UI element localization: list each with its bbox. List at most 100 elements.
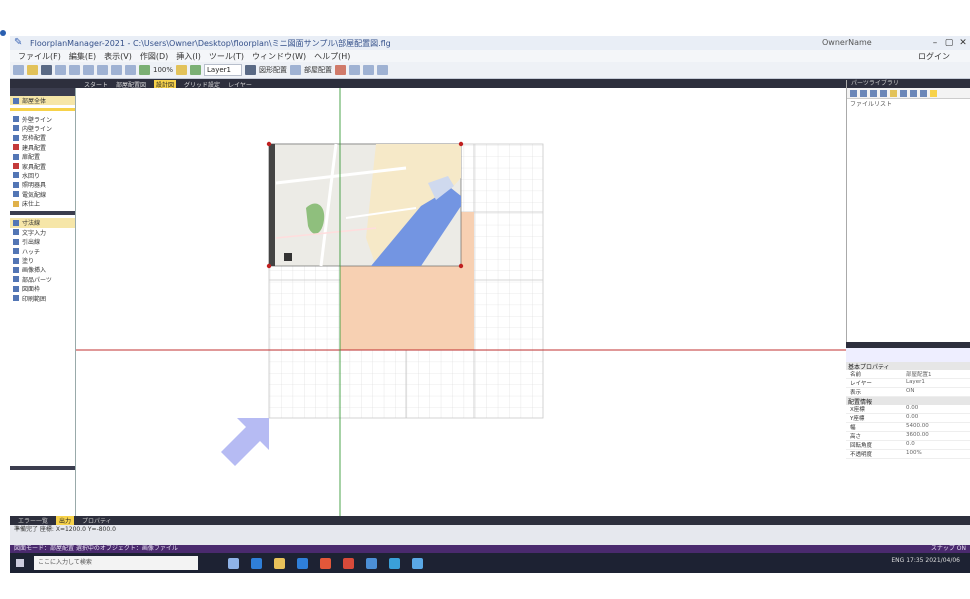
tool-item-room[interactable]: 部屋全体 xyxy=(10,96,75,106)
view-icon[interactable] xyxy=(900,89,907,97)
tool-item-fixture[interactable]: 建具配置 xyxy=(10,143,75,152)
undo-icon[interactable] xyxy=(69,65,80,75)
prop-row[interactable]: 高さ 3600.00 xyxy=(846,432,970,441)
menu-tools[interactable]: ツール(T) xyxy=(209,51,244,62)
tool-item-inner-wall[interactable]: 内壁ライン xyxy=(10,124,75,133)
tool-item-wiring[interactable]: 電気配線 xyxy=(10,190,75,199)
explorer-icon[interactable] xyxy=(274,557,285,569)
room-icon[interactable] xyxy=(290,65,302,75)
tool-palette: 部屋全体 外壁ライン 内壁ライン 窓枠配置 建具配置 扉配置 家具配置 水回り … xyxy=(10,88,76,516)
tool-item-fill[interactable]: 塗り xyxy=(10,256,75,265)
taskbar-search-input[interactable]: ここに入力して検索 xyxy=(34,556,198,570)
grid-icon[interactable] xyxy=(190,65,202,75)
prop-group-basic: 基本プロパティ xyxy=(846,362,970,371)
layer-select[interactable]: Layer1 xyxy=(204,64,243,76)
outer-wall-icon xyxy=(13,116,19,123)
taskview-icon[interactable] xyxy=(228,557,239,569)
tool-item-door[interactable]: 扉配置 xyxy=(10,152,75,161)
windows-start-icon[interactable] xyxy=(16,559,24,567)
floorplan-app-icon[interactable] xyxy=(412,557,423,569)
copy-icon[interactable] xyxy=(111,65,122,75)
delete-icon[interactable] xyxy=(335,65,347,75)
store-icon[interactable] xyxy=(297,557,308,569)
prop-row[interactable]: 不透明度 100% xyxy=(846,450,970,459)
tool-item-image[interactable]: 画像挿入 xyxy=(10,265,75,274)
snap-status[interactable]: スナップ ON xyxy=(931,545,966,553)
prop-row[interactable]: X座標 0.00 xyxy=(846,405,970,414)
print-icon[interactable] xyxy=(55,65,66,75)
frame-icon xyxy=(13,285,19,292)
settings-icon[interactable] xyxy=(920,89,927,97)
prop-row[interactable]: 表示 ON xyxy=(846,388,970,397)
menu-insert[interactable]: 挿入(I) xyxy=(176,51,201,62)
menu-view[interactable]: 表示(V) xyxy=(104,51,132,62)
tool-item-floor[interactable]: 床仕上 xyxy=(10,199,75,208)
fixture-icon xyxy=(13,144,19,151)
refresh-icon[interactable] xyxy=(880,89,887,97)
filter-icon[interactable] xyxy=(910,89,917,97)
folder-icon[interactable] xyxy=(890,89,897,97)
tool-item-print-area[interactable]: 印刷範囲 xyxy=(10,293,75,303)
align-icon[interactable] xyxy=(349,65,361,75)
tool-item-dimension[interactable]: 寸法線 xyxy=(10,218,75,228)
tool-item-parts[interactable]: 部品パーツ xyxy=(10,275,75,284)
forward-icon[interactable] xyxy=(870,89,877,97)
minimize-button[interactable]: – xyxy=(928,37,942,49)
menu-help[interactable]: ヘルプ(H) xyxy=(314,51,350,62)
office-icon[interactable] xyxy=(320,557,331,569)
menu-window[interactable]: ウィンドウ(W) xyxy=(252,51,306,62)
menu-file[interactable]: ファイル(F) xyxy=(18,51,61,62)
new-file-icon[interactable] xyxy=(13,65,24,75)
user-name[interactable]: OwnerName xyxy=(822,38,872,47)
maximize-button[interactable]: ▢ xyxy=(942,37,956,49)
layer-icon[interactable] xyxy=(245,65,257,75)
prop-row[interactable]: レイヤー Layer1 xyxy=(846,379,970,388)
tab-output[interactable]: 出力 xyxy=(56,516,75,525)
paste-icon[interactable] xyxy=(125,65,136,75)
menu-draw[interactable]: 作図(D) xyxy=(140,51,168,62)
highlight-icon[interactable] xyxy=(176,65,188,75)
prop-row[interactable]: 回転角度 0.0 xyxy=(846,441,970,450)
prop-row[interactable]: 名前 部屋配置1 xyxy=(846,370,970,379)
shape-place-button[interactable]: 図形配置 xyxy=(259,65,287,75)
mail-icon[interactable] xyxy=(366,557,377,569)
canvas-svg xyxy=(76,88,846,516)
pin-icon[interactable] xyxy=(930,89,937,97)
tool-item-water[interactable]: 水回り xyxy=(10,171,75,180)
tool-item-furniture[interactable]: 家具配置 xyxy=(10,161,75,171)
close-button[interactable]: ✕ xyxy=(956,37,970,49)
menu-edit[interactable]: 編集(E) xyxy=(69,51,96,62)
tab-properties[interactable]: プロパティ xyxy=(82,516,112,525)
parts-library-title: パーツライブラリ xyxy=(847,80,970,88)
chrome-icon[interactable] xyxy=(343,557,354,569)
back-icon[interactable] xyxy=(860,89,867,97)
redo-icon[interactable] xyxy=(83,65,94,75)
zoom-in-icon[interactable] xyxy=(139,65,150,75)
drawing-canvas[interactable] xyxy=(76,88,846,516)
edge-icon[interactable] xyxy=(251,557,262,569)
cut-icon[interactable] xyxy=(97,65,108,75)
room-place-button[interactable]: 部屋配置 xyxy=(304,65,332,75)
tool-item-light[interactable]: 照明器具 xyxy=(10,180,75,189)
open-folder-icon[interactable] xyxy=(27,65,38,75)
tool-item-window[interactable]: 窓枠配置 xyxy=(10,133,75,142)
map-image[interactable] xyxy=(266,141,464,269)
snap-icon[interactable] xyxy=(363,65,375,75)
home-icon[interactable] xyxy=(850,89,857,97)
window-icon xyxy=(13,134,19,141)
tool-item-text[interactable]: 文字入力 xyxy=(10,228,75,237)
prop-row[interactable]: 幅 5400.00 xyxy=(846,423,970,432)
tab-error-list[interactable]: エラー一覧 xyxy=(18,516,48,525)
tool-item-hatch[interactable]: ハッチ xyxy=(10,246,75,256)
tool-item-outer-wall[interactable]: 外壁ライン xyxy=(10,114,75,124)
system-tray[interactable]: ENG 17:35 2021/04/06 xyxy=(891,557,960,564)
prop-row[interactable]: Y座標 0.00 xyxy=(846,414,970,423)
palette-divider xyxy=(10,211,75,216)
save-icon[interactable] xyxy=(41,65,52,75)
measure-icon[interactable] xyxy=(377,65,389,75)
tool-item-leader[interactable]: 引出線 xyxy=(10,237,75,246)
zoom-level[interactable]: 100% xyxy=(153,66,173,74)
login-link[interactable]: ログイン xyxy=(918,51,950,62)
tool-item-frame[interactable]: 図面枠 xyxy=(10,284,75,293)
app-icon[interactable] xyxy=(389,557,400,569)
